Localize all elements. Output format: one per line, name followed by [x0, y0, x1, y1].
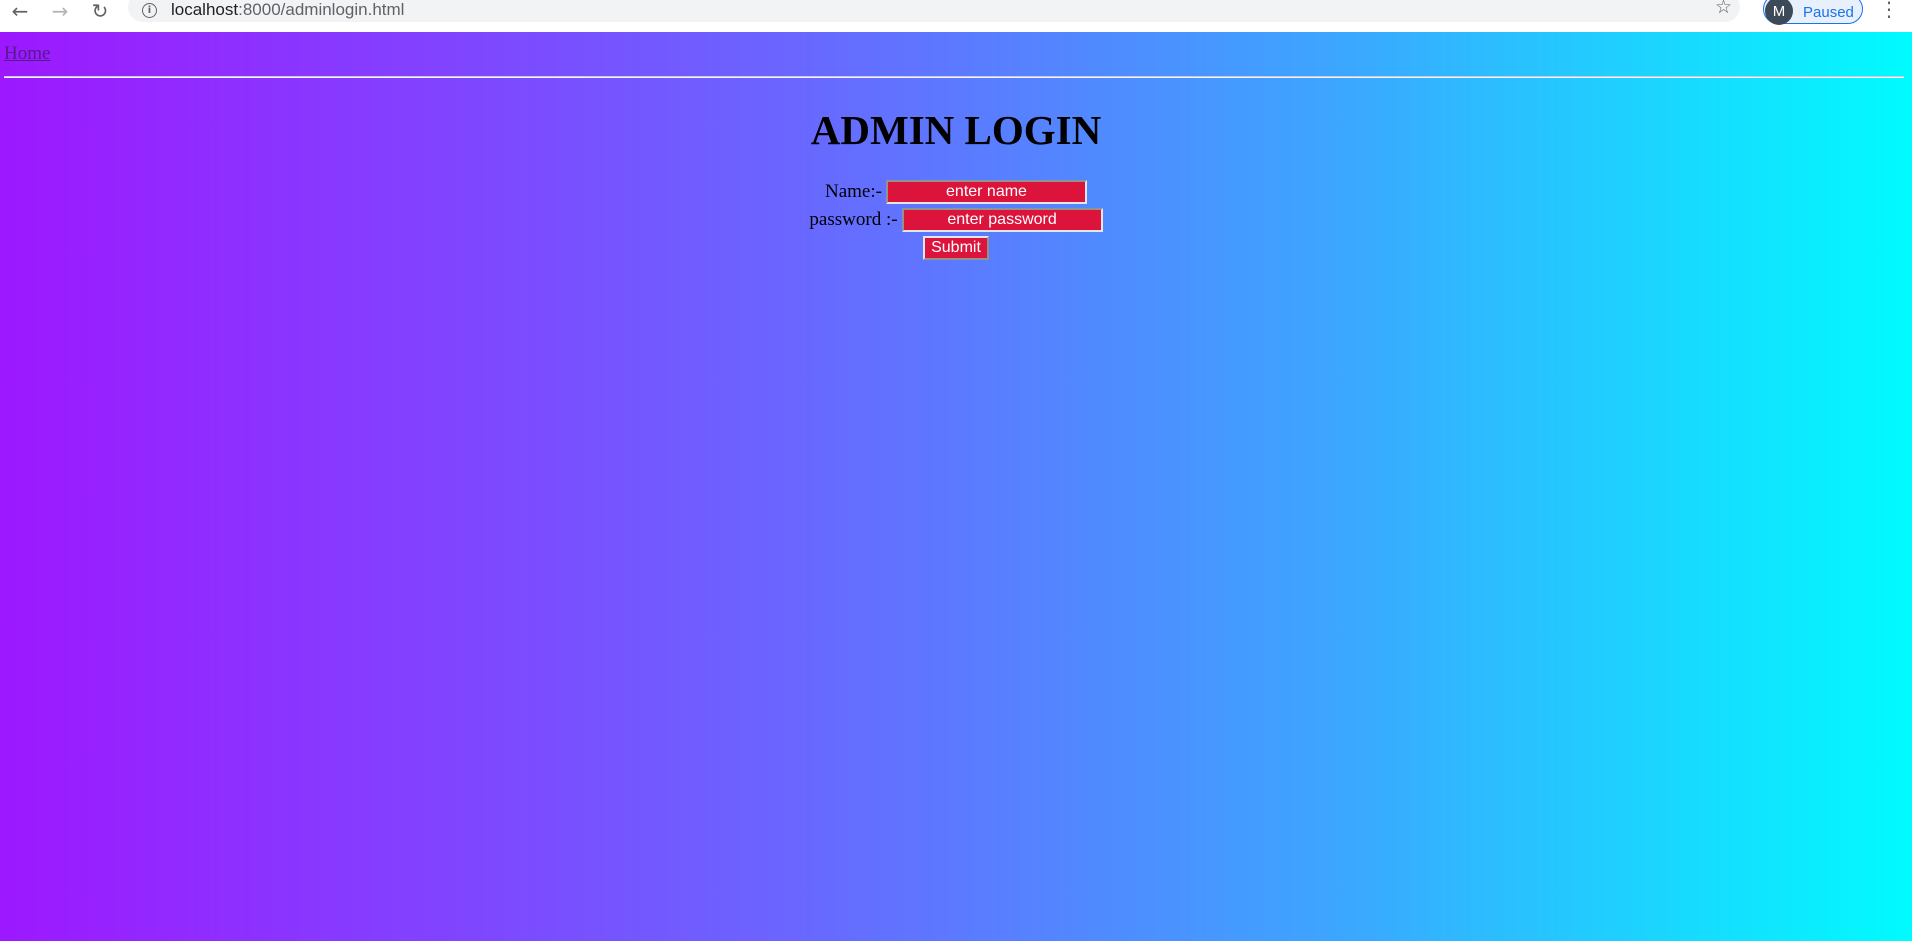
star-icon[interactable]: ☆: [1715, 0, 1732, 17]
back-arrow-icon[interactable]: ←: [6, 0, 34, 23]
profile-status: Paused: [1803, 3, 1854, 21]
address-bar[interactable]: i localhost:8000/adminlogin.html ☆: [128, 0, 1740, 22]
divider: [4, 76, 1904, 78]
password-field[interactable]: enter password: [901, 208, 1103, 232]
avatar: M: [1765, 0, 1793, 25]
url-text[interactable]: localhost:8000/adminlogin.html: [171, 0, 404, 20]
password-label: password :-: [809, 209, 898, 230]
home-link[interactable]: Home: [4, 43, 50, 65]
submit-row: Submit: [0, 236, 1912, 260]
password-row: password :- enter password: [0, 208, 1912, 232]
info-icon[interactable]: i: [142, 2, 157, 18]
kebab-menu-icon[interactable]: ⋮: [1879, 0, 1899, 22]
forward-arrow-icon[interactable]: →: [46, 0, 74, 23]
name-row: Name:- enter name: [0, 180, 1912, 204]
name-field[interactable]: enter name: [885, 180, 1087, 204]
reload-icon[interactable]: ↻: [86, 0, 114, 23]
submit-button[interactable]: Submit: [923, 236, 989, 260]
url-host: localhost: [171, 0, 239, 19]
browser-toolbar: ← → ↻ i localhost:8000/adminlogin.html ☆…: [0, 0, 1912, 32]
profile-button[interactable]: M Paused: [1763, 0, 1863, 25]
name-label: Name:-: [825, 181, 882, 202]
url-path: :8000/adminlogin.html: [238, 0, 405, 19]
page-title: ADMIN LOGIN: [810, 107, 1102, 153]
page-body: Home ADMIN LOGIN Name:- enter name passwo…: [0, 32, 1912, 941]
